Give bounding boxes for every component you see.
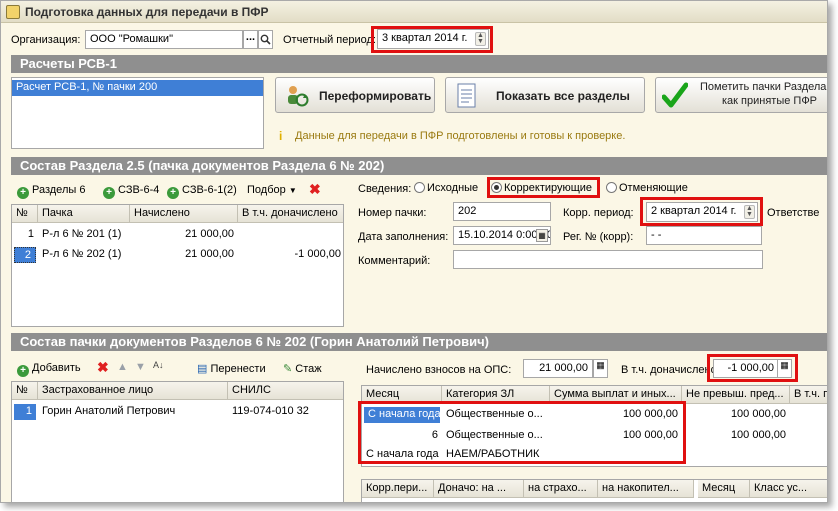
radio-initial[interactable]: Исходные [414,182,478,194]
org-label: Организация: [11,34,81,46]
mark-accepted-line2: как принятые ПФР [722,95,818,107]
charged-field[interactable]: 21 000,00 [523,359,593,378]
extra-highlight [707,354,798,382]
persons-header-name[interactable]: Застрахованное лицо [38,382,228,400]
reform-button-label: Переформировать [319,89,432,103]
section-rsv: Расчеты РСВ-1 [11,55,827,73]
move-up-icon[interactable]: ▲ [117,361,128,373]
sort-icon[interactable]: A↓ [153,360,164,370]
extra-label: В т.ч. доначислено: [621,364,720,376]
mark-accepted-button[interactable]: Пометить пачки Раздела как принятые ПФР [655,77,827,113]
delete-row-icon[interactable]: ✖ [97,359,109,376]
bottom-header-month[interactable]: Месяц [698,480,750,498]
section-6: Состав пачки документов Разделов 6 № 202… [11,333,827,351]
months-header-notexceed[interactable]: Не превыш. пред... [682,386,790,404]
bottom-header-funded[interactable]: на накопител... [598,480,694,498]
section-25: Состав Раздела 2.5 (пачка документов Раз… [11,157,827,175]
dropdown-arrow-icon: ▼ [288,186,297,195]
org-search-icon[interactable] [258,30,273,49]
persons-header-snils[interactable]: СНИЛС [228,382,343,400]
period-highlight [371,26,493,53]
calc-icon[interactable]: ▦ [593,359,608,378]
transfer-icon: ▤ [197,363,208,375]
responsible-label: Ответстве [767,207,820,219]
months-header-more[interactable]: В т.ч. п [790,386,827,404]
pencil-icon: ✎ [283,363,293,375]
radio-cancel-icon [606,182,617,193]
packs-header-extra[interactable]: В т.ч. доначислено [238,205,343,223]
bottom-header-extra[interactable]: Доначо: на ... [434,480,524,498]
stazh-button[interactable]: ✎ Стаж [283,362,322,375]
period-label: Отчетный период: [283,34,376,46]
packs-header-num[interactable]: № [12,205,38,223]
window-title: Подготовка данных для передачи в ПФР [25,5,269,19]
plus-icon: + [17,365,29,377]
szv64-button[interactable]: + СЗВ-6-4 [103,184,159,199]
bottom-table[interactable]: Корр.пери... Доначо: на ... на страхо...… [361,479,827,502]
bottom-header-insurance[interactable]: на страхо... [524,480,598,498]
pack-no-label: Номер пачки: [358,207,427,219]
show-all-button[interactable]: Показать все разделы [445,77,645,113]
persons-table[interactable]: № Застрахованное лицо СНИЛС 1 Горин Анат… [11,381,344,502]
checkmark-icon [662,82,688,108]
rsv-list[interactable]: Расчет РСВ-1, № пачки 200 [11,77,264,149]
people-refresh-icon [288,86,309,107]
charged-label: Начислено взносов на ОПС: [366,364,512,376]
packs-table[interactable]: № Пачка Начислено В т.ч. доначислено 1 Р… [11,204,344,327]
info-icon: i [279,129,283,143]
info-text: Данные для передачи в ПФР подготовлены и… [295,130,626,142]
bottom-header-class[interactable]: Класс ус... [750,480,827,498]
months-highlight [358,401,686,464]
reg-no-field[interactable]: - - [646,226,762,245]
main-window: Подготовка данных для передачи в ПФР Орг… [0,0,828,503]
bottom-header-corr-period[interactable]: Корр.пери... [362,480,434,498]
fill-date-field[interactable]: 15.10.2014 0:00:00 ▦ [453,226,551,245]
app-icon [6,5,20,19]
show-all-button-label: Показать все разделы [496,89,630,103]
radio-initial-icon [414,182,425,193]
rsv-list-item[interactable]: Расчет РСВ-1, № пачки 200 [12,80,263,96]
move-down-icon[interactable]: ▼ [135,361,146,373]
document-list-icon [457,83,476,108]
comment-label: Комментарий: [358,255,431,267]
calendar-icon[interactable]: ▦ [536,229,548,242]
delete-icon[interactable]: ✖ [309,181,321,198]
persons-header-num[interactable]: № [12,382,38,400]
packs-header-charged[interactable]: Начислено [130,205,238,223]
reform-button[interactable]: Переформировать [275,77,435,113]
svedeniya-label: Сведения: [358,183,412,195]
podbor-button[interactable]: Подбор ▼ [247,184,297,196]
razdely-button[interactable]: + Разделы 6 [17,184,85,199]
plus-icon: + [17,187,29,199]
corr-period-label: Корр. период: [563,207,634,219]
transfer-button[interactable]: ▤ Перенести [197,362,266,375]
plus-icon: + [103,187,115,199]
comment-field[interactable] [453,250,763,269]
szv612-button[interactable]: + СЗВ-6-1(2) [167,184,237,199]
packs-header-pack[interactable]: Пачка [38,205,130,223]
radio-cancel[interactable]: Отменяющие [606,182,688,194]
add-button[interactable]: + Добавить [17,362,81,377]
org-select-button[interactable]: ... [243,30,258,49]
title-bar: Подготовка данных для передачи в ПФР [1,1,827,23]
fill-date-label: Дата заполнения: [358,231,449,243]
corr-period-highlight [640,197,763,226]
pack-no-field[interactable]: 202 [453,202,551,221]
reg-no-label: Рег. № (корр): [563,231,634,243]
corrective-highlight [487,177,600,198]
org-field[interactable]: ООО "Ромашки" [85,30,243,49]
mark-accepted-line1: Пометить пачки Раздела [700,81,827,93]
plus-icon: + [167,187,179,199]
